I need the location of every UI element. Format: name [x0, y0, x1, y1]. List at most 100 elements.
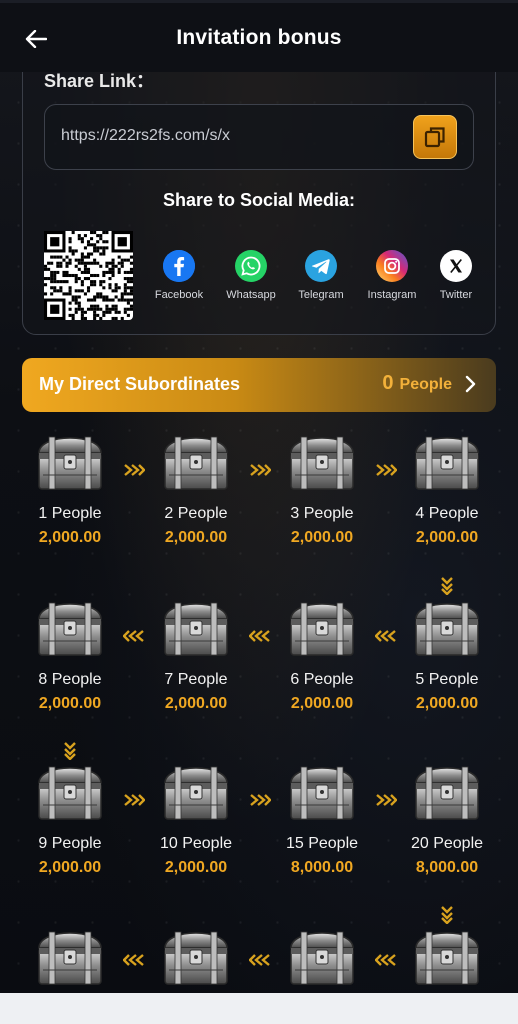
- top-bar: Invitation bonus: [0, 0, 518, 72]
- reward-tier: 1 People 2,000.00: [15, 425, 125, 547]
- reward-tier: 20 People 8,000.00: [392, 755, 502, 877]
- share-instagram-button[interactable]: Instagram: [356, 250, 428, 301]
- reward-amount: 8,000.00: [415, 859, 479, 876]
- chevron-right-icon: [465, 375, 476, 393]
- treasure-chest-icon: [164, 436, 228, 490]
- reward-tier: 9 People 2,000.00: [15, 755, 125, 877]
- reward-amount: 2,000.00: [164, 529, 228, 546]
- arrow-right-icon: [250, 794, 272, 806]
- subordinates-count: 0 People: [382, 372, 452, 395]
- reward-people: 9 People: [38, 835, 102, 852]
- share-facebook-button[interactable]: Facebook: [143, 250, 215, 301]
- reward-amount: 2,000.00: [164, 859, 228, 876]
- share-telegram-button[interactable]: Telegram: [285, 250, 357, 301]
- reward-tier-partial: [267, 920, 377, 990]
- arrow-right-icon: [250, 464, 272, 476]
- treasure-chest-icon: [290, 931, 354, 985]
- reward-tier: 2 People 2,000.00: [141, 425, 251, 547]
- reward-amount: 8,000.00: [290, 859, 354, 876]
- x-icon: [440, 250, 472, 282]
- treasure-chest-icon: [290, 766, 354, 820]
- reward-tier: 3 People 2,000.00: [267, 425, 377, 547]
- reward-tier-partial: [141, 920, 251, 990]
- copy-icon: [424, 127, 445, 148]
- arrow-left-icon: [374, 954, 396, 966]
- reward-tier: 8 People 2,000.00: [15, 591, 125, 713]
- treasure-chest-icon: [290, 436, 354, 490]
- arrow-left-icon: [122, 954, 144, 966]
- reward-amount: 2,000.00: [38, 529, 102, 546]
- subordinates-count-unit: People: [399, 376, 452, 393]
- arrow-right-icon: [124, 794, 146, 806]
- reward-people: 10 People: [159, 835, 233, 852]
- facebook-icon: [163, 250, 195, 282]
- reward-amount: 2,000.00: [415, 695, 479, 712]
- reward-amount: 2,000.00: [290, 529, 354, 546]
- reward-tier-partial: [392, 920, 502, 990]
- share-link-text: https://222rs2fs.com/s/x: [61, 127, 230, 144]
- arrow-right-icon: [376, 794, 398, 806]
- whatsapp-label: Whatsapp: [226, 289, 276, 301]
- reward-people: 2 People: [164, 505, 228, 522]
- back-arrow-icon[interactable]: [22, 25, 50, 53]
- instagram-label: Instagram: [367, 289, 417, 301]
- qr-code: [44, 231, 133, 320]
- reward-tier: 5 People 2,000.00: [392, 591, 502, 713]
- whatsapp-icon: [235, 250, 267, 282]
- treasure-chest-icon: [164, 602, 228, 656]
- arrow-down-icon: [441, 577, 453, 596]
- reward-amount: 2,000.00: [415, 529, 479, 546]
- reward-tier: 7 People 2,000.00: [141, 591, 251, 713]
- share-whatsapp-button[interactable]: Whatsapp: [215, 250, 287, 301]
- reward-tier: 15 People 8,000.00: [267, 755, 377, 877]
- arrow-left-icon: [374, 630, 396, 642]
- reward-tier: 4 People 2,000.00: [392, 425, 502, 547]
- reward-amount: 2,000.00: [164, 695, 228, 712]
- reward-people: 5 People: [415, 671, 479, 688]
- treasure-chest-icon: [164, 766, 228, 820]
- reward-people: 7 People: [164, 671, 228, 688]
- treasure-chest-icon: [38, 931, 102, 985]
- treasure-chest-icon: [415, 436, 479, 490]
- arrow-right-icon: [124, 464, 146, 476]
- arrow-left-icon: [122, 630, 144, 642]
- instagram-icon: [376, 250, 408, 282]
- share-link-field[interactable]: https://222rs2fs.com/s/x: [44, 104, 474, 170]
- direct-subordinates-label: My Direct Subordinates: [39, 374, 241, 394]
- social-media-title: Share to Social Media:: [162, 190, 356, 210]
- page-title: Invitation bonus: [176, 25, 342, 49]
- reward-people: 3 People: [290, 505, 354, 522]
- treasure-chest-icon: [415, 766, 479, 820]
- reward-people: 6 People: [290, 671, 354, 688]
- treasure-chest-icon: [164, 931, 228, 985]
- copy-button[interactable]: [413, 115, 457, 159]
- reward-people: 15 People: [285, 835, 359, 852]
- arrow-down-icon: [64, 742, 76, 761]
- reward-amount: 2,000.00: [290, 695, 354, 712]
- arrow-right-icon: [376, 464, 398, 476]
- arrow-left-icon: [248, 630, 270, 642]
- direct-subordinates-bar[interactable]: My Direct Subordinates 0 People: [22, 358, 496, 412]
- reward-people: 20 People: [410, 835, 484, 852]
- treasure-chest-icon: [415, 931, 479, 985]
- telegram-label: Telegram: [298, 289, 344, 301]
- reward-amount: 2,000.00: [38, 695, 102, 712]
- telegram-icon: [305, 250, 337, 282]
- arrow-left-icon: [248, 954, 270, 966]
- reward-people: 8 People: [38, 671, 102, 688]
- treasure-chest-icon: [290, 602, 354, 656]
- facebook-label: Facebook: [154, 289, 204, 301]
- reward-people: 4 People: [415, 505, 479, 522]
- subordinates-count-value: 0: [382, 372, 394, 394]
- treasure-chest-icon: [38, 436, 102, 490]
- bottom-system-bar: [0, 993, 518, 1024]
- reward-tier: 6 People 2,000.00: [267, 591, 377, 713]
- twitter-label: Twitter: [439, 289, 473, 301]
- reward-tier: 10 People 2,000.00: [141, 755, 251, 877]
- treasure-chest-icon: [415, 602, 479, 656]
- treasure-chest-icon: [38, 766, 102, 820]
- share-twitter-button[interactable]: Twitter: [420, 250, 492, 301]
- reward-tier-partial: [15, 920, 125, 990]
- treasure-chest-icon: [38, 602, 102, 656]
- reward-people: 1 People: [38, 505, 102, 522]
